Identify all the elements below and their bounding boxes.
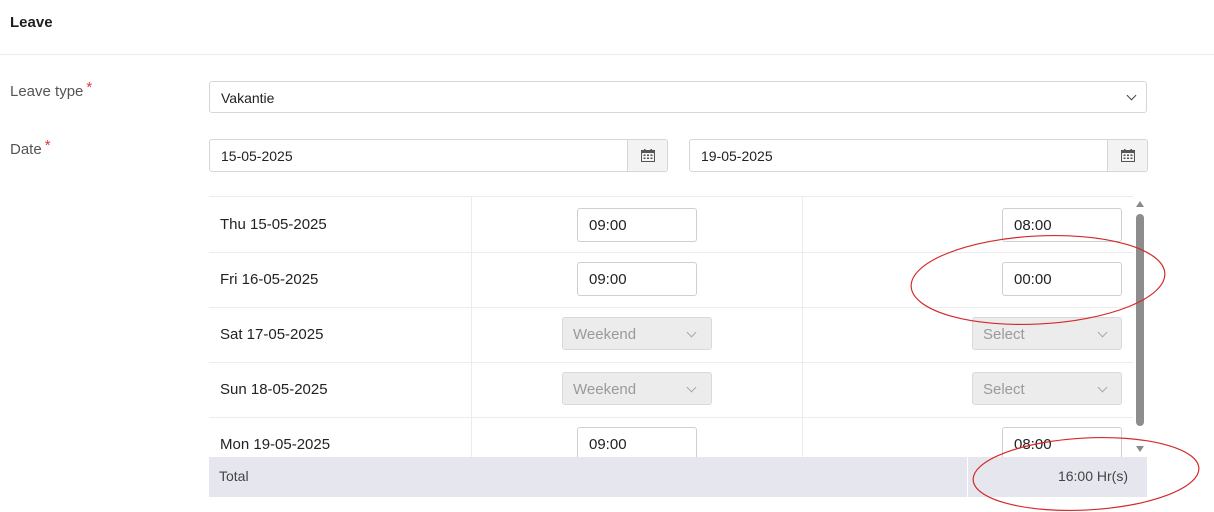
hours-input[interactable]: 08:00 <box>1002 208 1122 242</box>
required-mark: * <box>86 79 93 96</box>
hours-value: 08:00 <box>1014 436 1052 453</box>
date-label: Date * <box>10 137 51 158</box>
page-title: Leave <box>10 14 53 31</box>
chevron-down-icon <box>686 382 697 393</box>
date-from-value: 15-05-2025 <box>221 148 293 164</box>
start-time-value: 09:00 <box>589 271 627 288</box>
page-header: Leave <box>0 0 1214 55</box>
total-divider <box>967 457 968 497</box>
table-row: Sat 17-05-2025 Weekend Select <box>209 307 1133 363</box>
table-row: Thu 15-05-2025 09:00 08:00 <box>209 197 1133 253</box>
date-to-value: 19-05-2025 <box>701 148 773 164</box>
hours-select-value: Select <box>983 326 1025 343</box>
row-date: Fri 16-05-2025 <box>220 271 319 288</box>
start-type-select[interactable]: Weekend <box>562 317 712 350</box>
scrollbar-thumb[interactable] <box>1136 214 1144 426</box>
table-row: Sun 18-05-2025 Weekend Select <box>209 362 1133 418</box>
scroll-down-arrow-icon[interactable] <box>1136 446 1144 452</box>
table-row: Mon 19-05-2025 09:00 08:00 <box>209 417 1133 458</box>
total-value: 16:00 Hr(s) <box>1057 468 1128 484</box>
start-type-value: Weekend <box>573 381 637 398</box>
start-time-input[interactable]: 09:00 <box>577 262 697 296</box>
row-date: Thu 15-05-2025 <box>220 216 327 233</box>
required-mark: * <box>44 137 51 154</box>
hours-select-value: Select <box>983 381 1025 398</box>
hours-input[interactable]: 00:00 <box>1002 262 1122 296</box>
start-time-value: 09:00 <box>589 217 627 234</box>
total-row: Total 16:00 Hr(s) <box>209 457 1147 497</box>
date-from-calendar-button[interactable] <box>627 140 667 171</box>
scroll-up-arrow-icon[interactable] <box>1136 201 1144 207</box>
date-to-calendar-button[interactable] <box>1107 140 1147 171</box>
day-breakdown-table: Thu 15-05-2025 09:00 08:00 Fri 16-05-202… <box>209 196 1133 458</box>
leave-type-label-text: Leave type <box>10 83 84 100</box>
total-label: Total <box>219 468 249 484</box>
calendar-icon <box>641 149 655 162</box>
start-type-select[interactable]: Weekend <box>562 372 712 405</box>
leave-type-value: Vakantie <box>221 90 275 106</box>
date-to-input[interactable]: 19-05-2025 <box>689 139 1148 172</box>
leave-type-label: Leave type * <box>10 79 92 100</box>
leave-type-select[interactable]: Vakantie <box>209 81 1147 113</box>
start-time-value: 09:00 <box>589 436 627 453</box>
date-label-text: Date <box>10 141 42 158</box>
hours-input[interactable]: 08:00 <box>1002 427 1122 458</box>
hours-value: 00:00 <box>1014 271 1052 288</box>
start-time-input[interactable]: 09:00 <box>577 208 697 242</box>
start-type-value: Weekend <box>573 326 637 343</box>
start-time-input[interactable]: 09:00 <box>577 427 697 458</box>
chevron-down-icon <box>686 327 697 338</box>
row-date: Sat 17-05-2025 <box>220 326 324 343</box>
hours-value: 08:00 <box>1014 217 1052 234</box>
calendar-icon <box>1121 149 1135 162</box>
chevron-down-icon <box>1126 90 1137 101</box>
row-date: Mon 19-05-2025 <box>220 436 331 453</box>
hours-select[interactable]: Select <box>972 372 1122 405</box>
table-scrollbar[interactable] <box>1134 198 1146 456</box>
hours-select[interactable]: Select <box>972 317 1122 350</box>
chevron-down-icon <box>1097 327 1108 338</box>
table-row: Fri 16-05-2025 09:00 00:00 <box>209 252 1133 308</box>
row-date: Sun 18-05-2025 <box>220 381 328 398</box>
chevron-down-icon <box>1097 382 1108 393</box>
date-from-input[interactable]: 15-05-2025 <box>209 139 668 172</box>
